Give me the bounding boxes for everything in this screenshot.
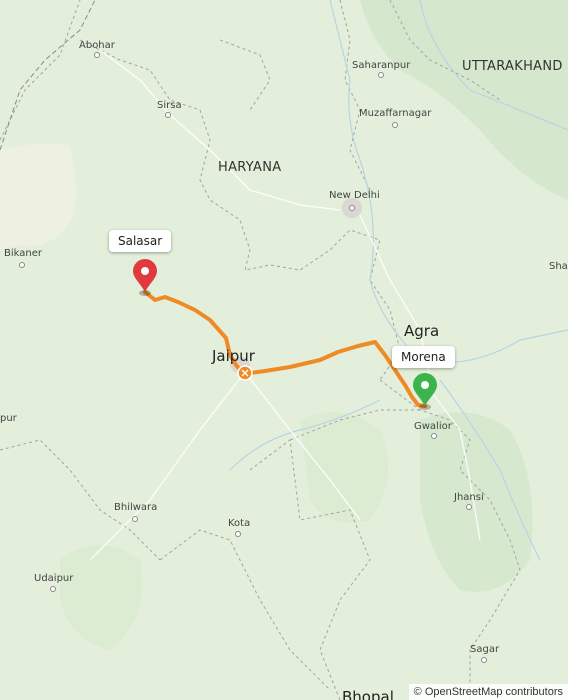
place-label-bikaner: Bikaner <box>4 248 42 259</box>
place-label-agra: Agra <box>404 322 440 340</box>
place-label-bhilwara: Bhilwara <box>114 502 158 513</box>
city-dot-bikaner <box>19 262 25 268</box>
place-label-bhopal: Bhopal <box>342 688 394 700</box>
place-label-jaipur: Jaipur <box>212 347 255 365</box>
city-dot-gwalior <box>431 433 437 439</box>
map-canvas <box>0 0 568 700</box>
place-label-kota: Kota <box>228 518 251 529</box>
place-label-gwalior: Gwalior <box>414 421 452 432</box>
attribution-link[interactable]: OpenStreetMap contributors <box>425 686 563 698</box>
place-label-jhansi: Jhansi <box>454 492 484 503</box>
place-label-abohar: Abohar <box>79 40 115 51</box>
place-label-new-delhi: New Delhi <box>329 190 380 201</box>
region-label-haryana: HARYANA <box>218 160 282 175</box>
copyright-symbol: © <box>413 686 422 698</box>
place-label-udaipur: Udaipur <box>34 573 74 584</box>
place-label-sirsa: Sirsa <box>157 100 182 111</box>
city-dot-bhilwara <box>132 516 138 522</box>
place-label-muzaffarnagar: Muzaffarnagar <box>359 108 432 119</box>
city-dot-new-delhi <box>349 205 355 211</box>
region-label-uttarakhand: UTTARAKHAND <box>462 59 563 74</box>
city-dot-udaipur <box>50 586 56 592</box>
city-dot-saharanpur <box>378 72 384 78</box>
city-dot-kota <box>235 531 241 537</box>
place-label-jodhpur-partial: pur <box>0 413 17 424</box>
place-label-sha-partial: Sha <box>549 261 568 272</box>
city-dot-sirsa <box>165 112 171 118</box>
city-dot-sagar <box>481 657 487 663</box>
waypoint-marker <box>237 365 253 381</box>
city-dot-jhansi <box>466 504 472 510</box>
place-label-saharanpur: Saharanpur <box>352 60 411 71</box>
city-dot-muzaffarnagar <box>392 122 398 128</box>
place-label-sagar: Sagar <box>470 644 500 655</box>
map-attribution: © OpenStreetMap contributors <box>408 684 568 700</box>
map-view[interactable]: Abohar Saharanpur UTTARAKHAND Sirsa Muza… <box>0 0 568 700</box>
start-marker-label[interactable]: Morena <box>392 346 455 368</box>
city-dot-abohar <box>94 52 100 58</box>
end-marker-label[interactable]: Salasar <box>109 230 172 252</box>
